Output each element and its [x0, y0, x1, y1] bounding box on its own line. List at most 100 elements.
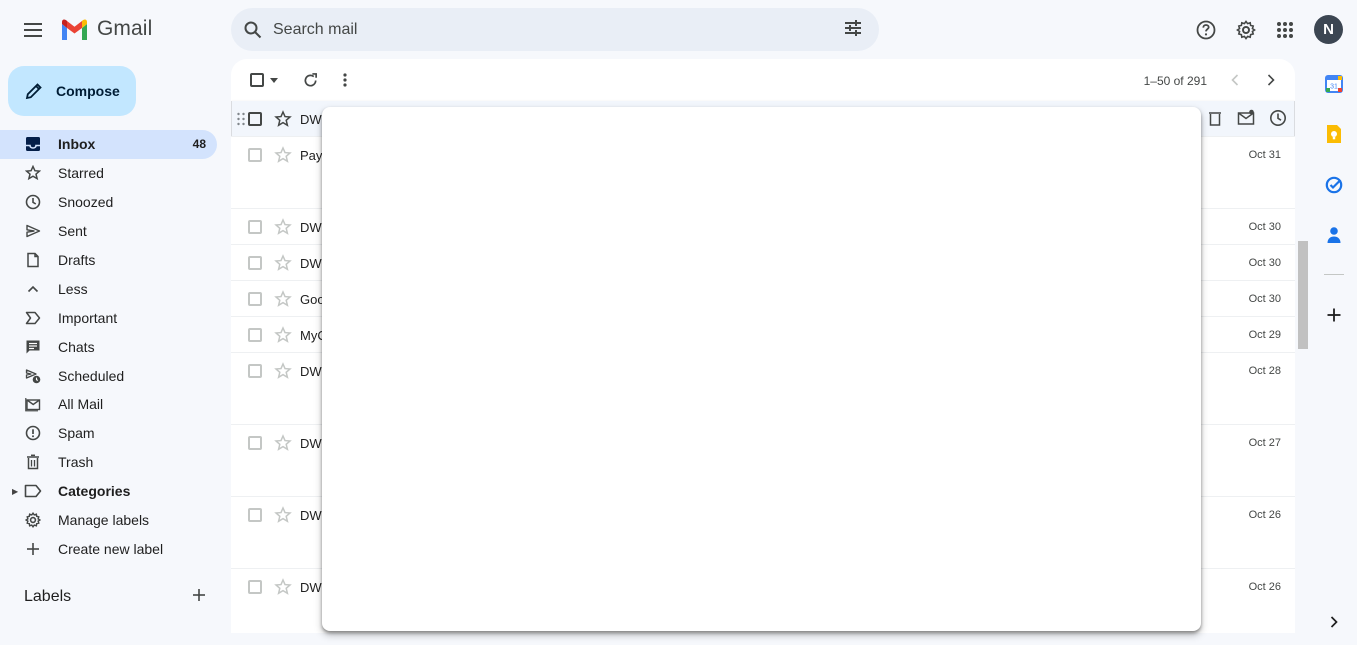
sidebar-item-less[interactable]: Less	[0, 274, 217, 303]
gmail-logo[interactable]: Gmail	[60, 17, 152, 41]
sidebar-item-label: All Mail	[58, 396, 104, 413]
search-icon[interactable]	[242, 19, 264, 41]
star-toggle-icon[interactable]	[274, 110, 292, 128]
row-checkbox[interactable]	[248, 364, 262, 378]
search-input[interactable]	[273, 20, 793, 39]
star-toggle-icon[interactable]	[274, 362, 292, 380]
sidebar-item-label: Drafts	[58, 252, 96, 268]
email-date: Oct 30	[1248, 257, 1281, 269]
gear-icon	[24, 511, 42, 529]
row-checkbox[interactable]	[248, 580, 262, 594]
add-addon-plus-icon[interactable]	[1323, 304, 1345, 326]
row-checkbox[interactable]	[248, 148, 262, 162]
next-page-chevron-icon[interactable]	[1261, 70, 1281, 90]
sidebar-item-starred[interactable]: Starred	[0, 159, 217, 188]
star-toggle-icon[interactable]	[274, 290, 292, 308]
caret-down-icon[interactable]	[270, 77, 278, 83]
expand-side-panel-chevron-icon[interactable]	[1323, 611, 1345, 633]
sidebar-item-trash[interactable]: Trash	[0, 448, 217, 477]
refresh-icon[interactable]	[300, 68, 320, 92]
sidebar-item-create-label[interactable]: Create new label	[0, 534, 217, 563]
unread-count: 48	[192, 137, 206, 152]
contacts-icon[interactable]	[1323, 224, 1345, 246]
scheduled-icon	[24, 367, 42, 385]
add-label-plus-icon[interactable]	[191, 587, 211, 607]
sidebar-item-label: Manage labels	[58, 512, 150, 529]
clock-icon	[24, 193, 42, 211]
draft-icon	[24, 251, 42, 269]
star-toggle-icon[interactable]	[274, 326, 292, 344]
inbox-icon	[24, 135, 42, 153]
star-toggle-icon[interactable]	[274, 146, 292, 164]
sidebar-item-label: Categories	[58, 483, 131, 500]
row-checkbox[interactable]	[248, 508, 262, 522]
sidebar-item-label: Sent	[58, 223, 87, 240]
previous-page-chevron-icon[interactable]	[1225, 70, 1245, 90]
sidebar-item-label: Spam	[58, 425, 95, 442]
spam-icon	[24, 424, 42, 442]
chevron-up-icon	[24, 280, 42, 298]
main-menu-button[interactable]	[14, 10, 54, 50]
email-date: Oct 31	[1248, 149, 1281, 161]
more-vertical-icon[interactable]	[339, 68, 351, 92]
plus-icon	[24, 540, 42, 558]
sidebar-item-important[interactable]: Important	[0, 303, 217, 332]
star-toggle-icon[interactable]	[274, 254, 292, 272]
sidebar-item-label: Trash	[58, 454, 94, 471]
sidebar-item-scheduled[interactable]: Scheduled	[0, 361, 217, 390]
star-icon	[24, 164, 42, 182]
rail-divider	[1324, 274, 1344, 275]
sidebar-item-all-mail[interactable]: All Mail	[0, 390, 217, 419]
email-date: Oct 28	[1248, 365, 1281, 377]
row-checkbox[interactable]	[248, 220, 262, 234]
row-checkbox[interactable]	[248, 112, 262, 126]
search-bar[interactable]	[231, 8, 879, 51]
send-icon	[24, 222, 42, 240]
star-toggle-icon[interactable]	[274, 578, 292, 596]
row-hover-actions	[1207, 109, 1287, 127]
expand-caret-icon[interactable]: ▶	[12, 487, 18, 496]
select-all-checkbox[interactable]	[247, 68, 281, 92]
sidebar-item-label: Create new label	[58, 540, 164, 557]
tasks-icon[interactable]	[1323, 174, 1345, 196]
sidebar-item-label: Important	[58, 309, 118, 326]
star-toggle-icon[interactable]	[274, 506, 292, 524]
star-toggle-icon[interactable]	[274, 434, 292, 452]
apps-grid-icon[interactable]	[1267, 12, 1303, 48]
row-checkbox[interactable]	[248, 328, 262, 342]
row-checkbox[interactable]	[248, 256, 262, 270]
email-sender: Goo	[300, 292, 325, 307]
row-checkbox[interactable]	[248, 436, 262, 450]
search-options-icon[interactable]	[843, 18, 865, 40]
keep-icon[interactable]	[1323, 123, 1345, 145]
sidebar-item-label: Less	[58, 280, 88, 297]
sidebar-item-sent[interactable]: Sent	[0, 217, 217, 246]
delete-trash-icon[interactable]	[1207, 109, 1223, 127]
sidebar-item-snoozed[interactable]: Snoozed	[0, 188, 217, 217]
email-date: Oct 26	[1248, 509, 1281, 521]
sidebar-item-manage-labels[interactable]: Manage labels	[0, 506, 217, 535]
sidebar-item-spam[interactable]: Spam	[0, 419, 217, 448]
sidebar-item-drafts[interactable]: Drafts	[0, 246, 217, 275]
scrollbar-thumb[interactable]	[1298, 241, 1308, 349]
compose-label: Compose	[56, 83, 120, 99]
drag-handle-icon[interactable]	[236, 112, 246, 126]
snooze-clock-icon[interactable]	[1269, 109, 1287, 127]
row-checkbox[interactable]	[248, 292, 262, 306]
email-date: Oct 30	[1248, 293, 1281, 305]
compose-button[interactable]: Compose	[8, 66, 136, 116]
pencil-icon	[25, 83, 42, 100]
blank-popup-overlay[interactable]	[322, 107, 1201, 631]
email-date: Oct 26	[1248, 581, 1281, 593]
email-date: Oct 27	[1248, 437, 1281, 449]
star-toggle-icon[interactable]	[274, 218, 292, 236]
sidebar-item-inbox[interactable]: Inbox 48	[0, 130, 217, 159]
help-icon[interactable]	[1188, 12, 1224, 48]
mark-as-read-icon[interactable]	[1237, 109, 1255, 127]
sidebar-item-label: Inbox	[58, 136, 96, 153]
sidebar-item-chats[interactable]: Chats	[0, 332, 217, 361]
calendar-icon[interactable]: 31	[1323, 73, 1345, 95]
account-avatar[interactable]: N	[1314, 15, 1343, 44]
sidebar-item-categories[interactable]: ▶ Categories	[0, 477, 217, 506]
settings-gear-icon[interactable]	[1228, 12, 1264, 48]
